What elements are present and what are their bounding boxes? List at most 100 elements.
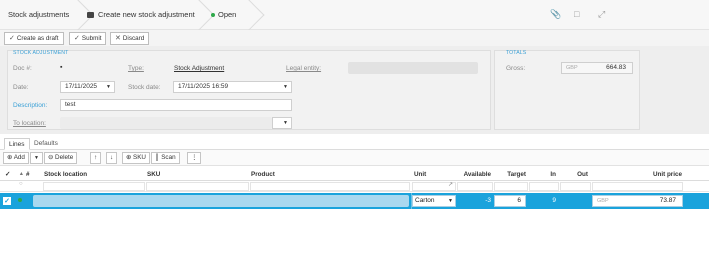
lock-icon: ▪: [60, 64, 63, 71]
column-out[interactable]: Out: [560, 168, 588, 181]
discard-button[interactable]: ✕ Discard: [110, 32, 150, 45]
add-circle-icon: ⊕: [126, 154, 132, 161]
breadcrumb-stock-adjustments[interactable]: Stock adjustments: [8, 0, 69, 30]
paperclip-icon[interactable]: 📎: [550, 9, 561, 20]
description-field[interactable]: test: [60, 99, 292, 111]
doc-number-label: Doc #:: [13, 65, 32, 72]
document-icon: [87, 11, 94, 18]
filter-unit[interactable]: ↗: [412, 182, 456, 191]
chevron-down-icon[interactable]: ▼: [448, 196, 453, 206]
section-title: STOCK ADJUSTMENT: [13, 50, 69, 56]
unit-select[interactable]: Carton ▼: [412, 195, 456, 207]
move-up-button[interactable]: ↑: [90, 152, 102, 164]
create-as-draft-button[interactable]: ✓ Create as draft: [4, 32, 64, 45]
filter-unit-price[interactable]: [592, 182, 683, 191]
filter-product[interactable]: [250, 182, 410, 191]
chevron-down-icon[interactable]: ▼: [283, 118, 288, 128]
type-label[interactable]: Type:: [128, 65, 144, 72]
unit-price-currency: GBP: [597, 198, 609, 204]
column-target[interactable]: Target: [494, 168, 526, 181]
stock-date-value: 17/11/2025 16:59: [178, 83, 229, 90]
column-available[interactable]: Available: [455, 168, 491, 181]
filter-row: ○ ↗: [0, 181, 709, 192]
gross-currency: GBP: [566, 65, 578, 71]
grid-toolbar: ⊕ Add ▼ ⊖ Delete ↑ ↓ ⊕ SKU ║ Scan ⋮: [0, 150, 709, 166]
delete-label: Delete: [55, 154, 74, 161]
chevron-down-icon: ▼: [34, 155, 39, 161]
stock-date-field[interactable]: 17/11/2025 16:59 ▼: [173, 81, 292, 93]
legal-entity-label[interactable]: Legal entity:: [286, 65, 321, 72]
chevron-down-icon[interactable]: ▼: [283, 82, 288, 92]
add-dropdown-button[interactable]: ▼: [30, 152, 43, 164]
move-down-button[interactable]: ↓: [106, 152, 118, 164]
column-unit-price[interactable]: Unit price: [594, 168, 682, 181]
filter-sku[interactable]: [146, 182, 249, 191]
sku-label: SKU: [133, 154, 146, 161]
form-area: STOCK ADJUSTMENT Doc #: ▪ Type: Stock Ad…: [0, 46, 709, 134]
row-blurred-content: [33, 195, 409, 207]
expand-icon[interactable]: ⤢: [598, 9, 605, 20]
status-dot-icon: [211, 12, 215, 17]
date-field[interactable]: 17/11/2025 ▼: [60, 81, 115, 93]
type-value[interactable]: Stock Adjustment: [174, 65, 224, 72]
stock-adjustment-panel: STOCK ADJUSTMENT Doc #: ▪ Type: Stock Ad…: [7, 50, 491, 130]
tab-defaults[interactable]: Defaults: [30, 138, 62, 150]
arrow-down-icon: ↓: [110, 154, 114, 161]
target-value: 6: [517, 197, 521, 204]
filter-target[interactable]: [494, 182, 528, 191]
target-input[interactable]: 6: [494, 195, 526, 207]
to-location-field[interactable]: [60, 117, 272, 129]
delete-button[interactable]: ⊖ Delete: [44, 152, 78, 164]
chat-icon[interactable]: □: [574, 9, 579, 19]
scan-label: Scan: [161, 154, 176, 161]
chevron-down-icon[interactable]: ▼: [106, 82, 111, 92]
tab-lines[interactable]: Lines: [4, 138, 30, 150]
description-label: Description:: [13, 102, 48, 109]
column-stock-location[interactable]: Stock location: [44, 168, 87, 181]
out-value: [560, 195, 588, 207]
to-location-label[interactable]: To location:: [13, 120, 46, 127]
column-in[interactable]: In: [530, 168, 556, 181]
action-toolbar: ✓ Create as draft ✓ Submit ✕ Discard: [0, 30, 709, 46]
gross-value: 664.83: [606, 64, 626, 71]
breadcrumb-create-new[interactable]: Create new stock adjustment: [87, 0, 195, 30]
filter-available[interactable]: [457, 182, 493, 191]
gross-label: Gross:: [506, 65, 526, 72]
unit-value: Carton: [415, 197, 435, 204]
totals-title: TOTALS: [506, 50, 527, 56]
breadcrumb-create-new-label: Create new stock adjustment: [98, 10, 195, 19]
tab-bar: Lines Defaults: [0, 136, 709, 150]
unit-price-input[interactable]: GBP 73.87: [592, 195, 683, 207]
submit-button[interactable]: ✓ Submit: [69, 32, 107, 45]
table-row[interactable]: ✓ Carton ▼ -3 6 9 GBP 73.87: [0, 193, 709, 209]
column-product[interactable]: Product: [251, 168, 275, 181]
to-location-dropdown[interactable]: ▼: [272, 117, 292, 129]
submit-label: Submit: [81, 35, 102, 42]
delete-icon: ⊖: [48, 154, 54, 161]
filter-toggle-icon[interactable]: ○: [19, 181, 23, 187]
filter-out[interactable]: [560, 182, 591, 191]
check-icon: ✓: [9, 35, 15, 42]
stock-date-label: Stock date:: [128, 84, 161, 91]
column-hash[interactable]: #: [26, 168, 30, 181]
select-all-checkbox[interactable]: ✓: [5, 168, 10, 181]
sort-icon[interactable]: ▴: [20, 168, 23, 181]
unit-price-value: 73.87: [659, 197, 676, 204]
sku-button[interactable]: ⊕ SKU: [122, 152, 150, 164]
column-sku[interactable]: SKU: [147, 168, 160, 181]
add-button[interactable]: ⊕ Add: [3, 152, 29, 164]
date-value: 17/11/2025: [65, 83, 98, 90]
more-icon: ⋮: [191, 154, 198, 161]
row-checkbox[interactable]: ✓: [3, 197, 11, 205]
arrow-up-icon: ↑: [94, 154, 98, 161]
barcode-icon: ║: [155, 154, 160, 161]
filter-stock-location[interactable]: [43, 182, 145, 191]
more-options-button[interactable]: ⋮: [187, 152, 202, 164]
legal-entity-field[interactable]: [348, 62, 478, 74]
discard-label: Discard: [122, 35, 145, 42]
breadcrumb-separator: [233, 0, 265, 31]
close-icon: ✕: [115, 35, 121, 42]
column-unit[interactable]: Unit: [414, 168, 426, 181]
scan-button[interactable]: ║ Scan: [151, 152, 180, 164]
filter-in[interactable]: [529, 182, 559, 191]
